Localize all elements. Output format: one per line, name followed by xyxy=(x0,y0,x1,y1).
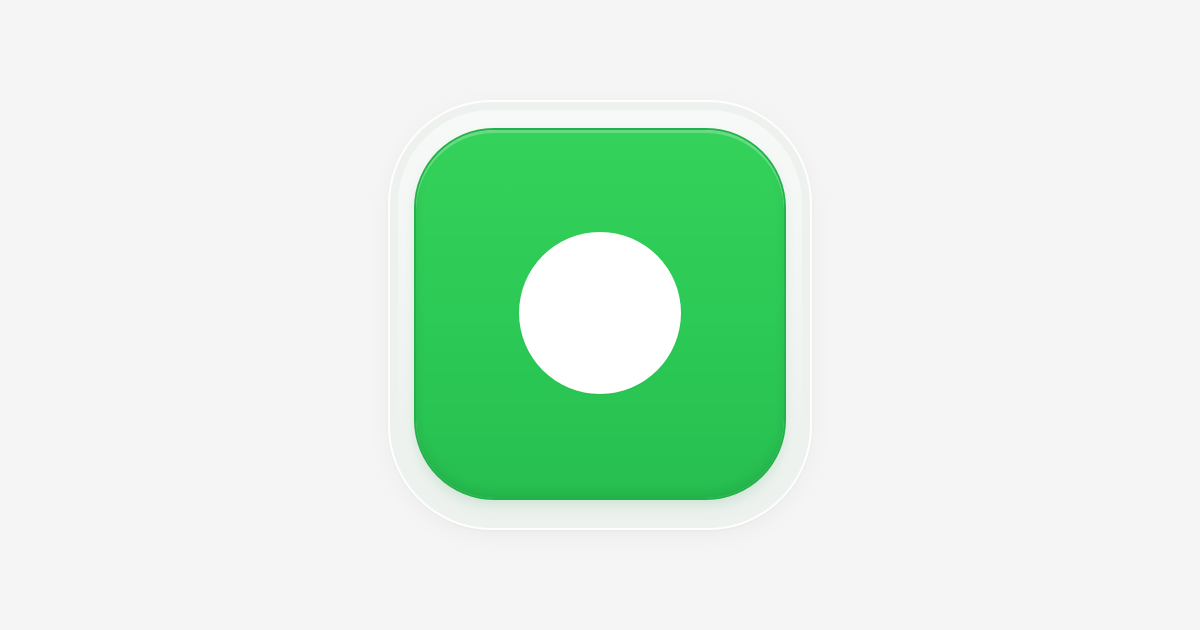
app-store-banner xyxy=(0,0,1200,630)
app-icon[interactable] xyxy=(416,130,784,498)
record-dot-icon xyxy=(519,232,681,394)
